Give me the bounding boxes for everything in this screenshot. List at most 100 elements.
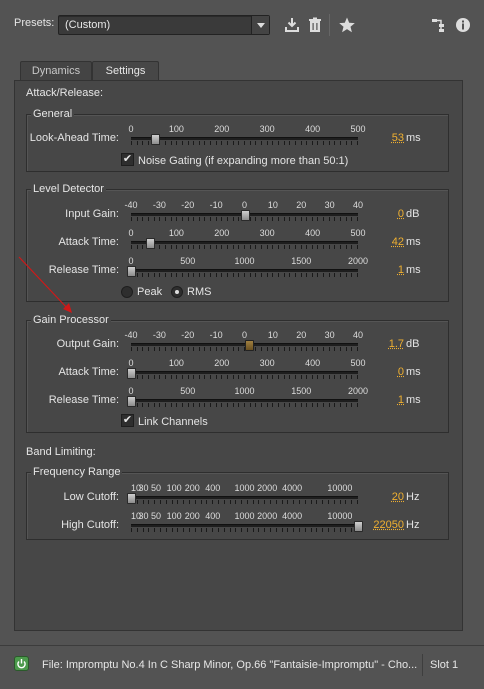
gp-release-tick [334,403,336,407]
low-cutoff-tick [142,500,144,504]
tab-settings[interactable]: Settings [92,61,159,82]
noise-gating-checkbox[interactable]: ✔ [121,153,134,166]
gp-release-thumb[interactable] [127,396,137,407]
tab-dynamics[interactable]: Dynamics [20,61,92,81]
gp-release-scale-label: 2000 [347,386,369,396]
save-preset-icon[interactable] [283,16,301,34]
lookahead-tick [306,141,308,145]
low-cutoff-slider[interactable]: 10 30 50 100 200 400 1000 2000 4000 10000 [127,483,358,505]
low-cutoff-tick [200,500,202,504]
low-cutoff-tick [345,500,347,504]
ld-attack-tick [294,245,296,249]
power-icon[interactable] [14,656,29,671]
gp-attack-slider[interactable]: 0 100 200 300 400 500 [127,358,366,380]
gp-attack-scale-label: 500 [350,358,366,368]
ld-attack-tick [181,245,183,249]
lookahead-value[interactable]: 53 [368,132,404,144]
output-gain-thumb[interactable] [245,340,255,351]
gp-attack-tick [136,375,138,379]
gp-release-tick [181,403,183,407]
high-cutoff-tick [142,528,144,532]
ld-release-tick [255,273,257,277]
ld-attack-thumb[interactable] [146,238,156,249]
output-gain-tick [215,347,217,351]
gp-release-track[interactable] [131,399,358,402]
output-gain-tick [176,347,178,351]
gp-attack-tick [187,375,189,379]
output-gain-tick [147,347,149,351]
input-gain-tick [317,217,319,221]
low-cutoff-thumb[interactable] [127,493,136,504]
star-icon[interactable] [338,16,356,34]
chevron-down-icon[interactable] [251,16,269,34]
high-cutoff-tick [322,528,324,532]
ld-attack-slider[interactable]: 0 100 200 300 400 500 [128,228,366,250]
ld-attack-value[interactable]: 42 [368,236,404,248]
output-gain-scale-label: 40 [352,330,364,340]
input-gain-value[interactable]: 0 [368,208,404,220]
ld-release-thumb[interactable] [127,266,137,277]
ld-attack-tick [351,245,353,249]
ld-release-tick [176,273,178,277]
output-gain-tick [198,347,200,351]
high-cutoff-tick [212,528,214,532]
output-gain-tick [227,347,229,351]
output-gain-value[interactable]: 1.7 [368,338,404,350]
trash-icon[interactable] [306,16,324,34]
output-gain-scale-label: -40 [124,330,138,340]
ld-attack-scale-label: 400 [305,228,321,238]
output-gain-scale-label: -20 [181,330,195,340]
presets-dropdown[interactable]: (Custom) [58,15,270,35]
input-gain-slider[interactable]: -40 -30 -20 -10 0 10 20 30 40 [124,200,363,222]
ld-release-tick [153,273,155,277]
gp-release-tick [272,403,274,407]
peak-radio[interactable] [121,286,133,298]
ld-release-tick [244,273,245,277]
low-cutoff-tick [281,500,283,504]
gp-attack-tick [255,375,257,379]
gp-release-tick [294,403,296,407]
low-cutoff-value[interactable]: 20 [368,491,404,503]
ld-release-value[interactable]: 1 [368,264,404,276]
ld-attack-unit: ms [406,236,421,248]
info-icon[interactable] [454,16,472,34]
low-cutoff-tick [304,500,306,504]
routing-icon[interactable] [430,16,448,34]
output-gain-tick [289,347,291,351]
ld-release-slider[interactable]: 0 500 1000 1500 2000 [127,256,368,278]
low-cutoff-track[interactable] [131,496,358,499]
gp-release-value[interactable]: 1 [368,394,404,406]
lookahead-slider[interactable]: 0 100 200 300 400 500 [128,124,366,146]
ld-attack-track[interactable] [131,241,358,244]
gp-release-slider[interactable]: 0 500 1000 1500 2000 [127,386,368,408]
lookahead-scale-label: 0 [128,124,134,134]
gp-attack-track[interactable] [131,371,358,374]
ld-attack-tick [198,245,200,249]
link-channels-checkbox[interactable]: ✔ [121,414,134,427]
gp-attack-tick [227,375,229,379]
low-cutoff-tick [136,500,138,504]
high-cutoff-slider[interactable]: 10 30 50 100 200 400 1000 2000 4000 10000 [131,511,363,533]
output-gain-tick [204,347,206,351]
rms-radio[interactable] [171,286,183,298]
gp-release-tick [193,403,195,407]
ld-release-tick [187,273,189,277]
lookahead-track[interactable] [131,137,358,140]
output-gain-slider[interactable]: -40 -30 -20 -10 0 10 20 30 40 [124,330,363,352]
ld-release-tick [164,273,166,277]
gp-attack-unit: ms [406,366,421,378]
input-gain-thumb[interactable] [240,210,250,221]
input-gain-scale-label: -10 [209,200,223,210]
gp-attack-thumb[interactable] [127,368,136,379]
gp-attack-tick [221,375,223,379]
lookahead-thumb[interactable] [151,134,161,145]
lookahead-tick [277,141,279,145]
high-cutoff-track[interactable] [131,524,358,527]
low-cutoff-tick [241,500,243,504]
input-gain-tick [260,217,262,221]
high-cutoff-value[interactable]: 22050 [362,519,404,531]
output-gain-tick [170,347,172,351]
ld-release-track[interactable] [131,269,358,272]
gp-attack-value[interactable]: 0 [368,366,404,378]
input-gain-tick [289,217,291,221]
